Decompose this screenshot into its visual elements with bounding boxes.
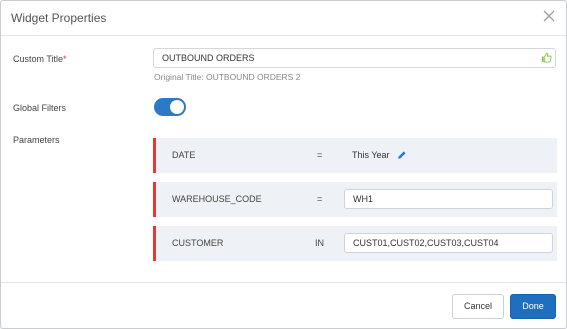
dialog-footer: Cancel Done <box>1 282 566 329</box>
parameter-row-customer: CUSTOMER IN CUST01,CUST02,CUST03,CUST04 <box>153 226 557 261</box>
global-filters-toggle[interactable] <box>154 98 186 116</box>
dialog-title: Widget Properties <box>11 11 107 25</box>
required-mark: * <box>63 54 67 64</box>
parameter-name: CUSTOMER <box>172 238 224 248</box>
custom-title-input[interactable]: OUTBOUND ORDERS <box>153 48 556 68</box>
original-title-hint: Original Title: OUTBOUND ORDERS 2 <box>154 72 301 82</box>
parameter-name: WAREHOUSE_CODE <box>172 194 262 204</box>
parameter-row-warehouse-code: WAREHOUSE_CODE = WH1 <box>153 182 557 217</box>
widget-properties-dialog: Widget Properties Custom Title* OUTBOUND… <box>0 0 567 329</box>
custom-title-label: Custom Title* <box>13 54 67 64</box>
cancel-button[interactable]: Cancel <box>452 294 504 319</box>
global-filters-label: Global Filters <box>13 103 67 113</box>
dialog-header: Widget Properties <box>1 1 566 36</box>
custom-title-value: OUTBOUND ORDERS <box>162 53 255 63</box>
parameters-label: Parameters <box>13 135 60 145</box>
customer-input[interactable]: CUST01,CUST02,CUST03,CUST04 <box>344 233 553 253</box>
warehouse-code-input[interactable]: WH1 <box>344 189 553 209</box>
parameter-name: DATE <box>172 150 196 160</box>
done-button[interactable]: Done <box>510 294 556 319</box>
close-icon[interactable] <box>542 9 556 23</box>
parameter-operator: = <box>317 150 323 160</box>
parameter-row-date: DATE = This Year <box>153 138 557 173</box>
parameter-operator: IN <box>315 238 324 248</box>
thumbs-up-icon[interactable] <box>541 52 552 63</box>
pencil-icon[interactable] <box>397 150 407 160</box>
parameter-operator: = <box>317 194 323 204</box>
parameter-value: This Year <box>352 150 390 160</box>
toggle-knob <box>170 100 184 114</box>
